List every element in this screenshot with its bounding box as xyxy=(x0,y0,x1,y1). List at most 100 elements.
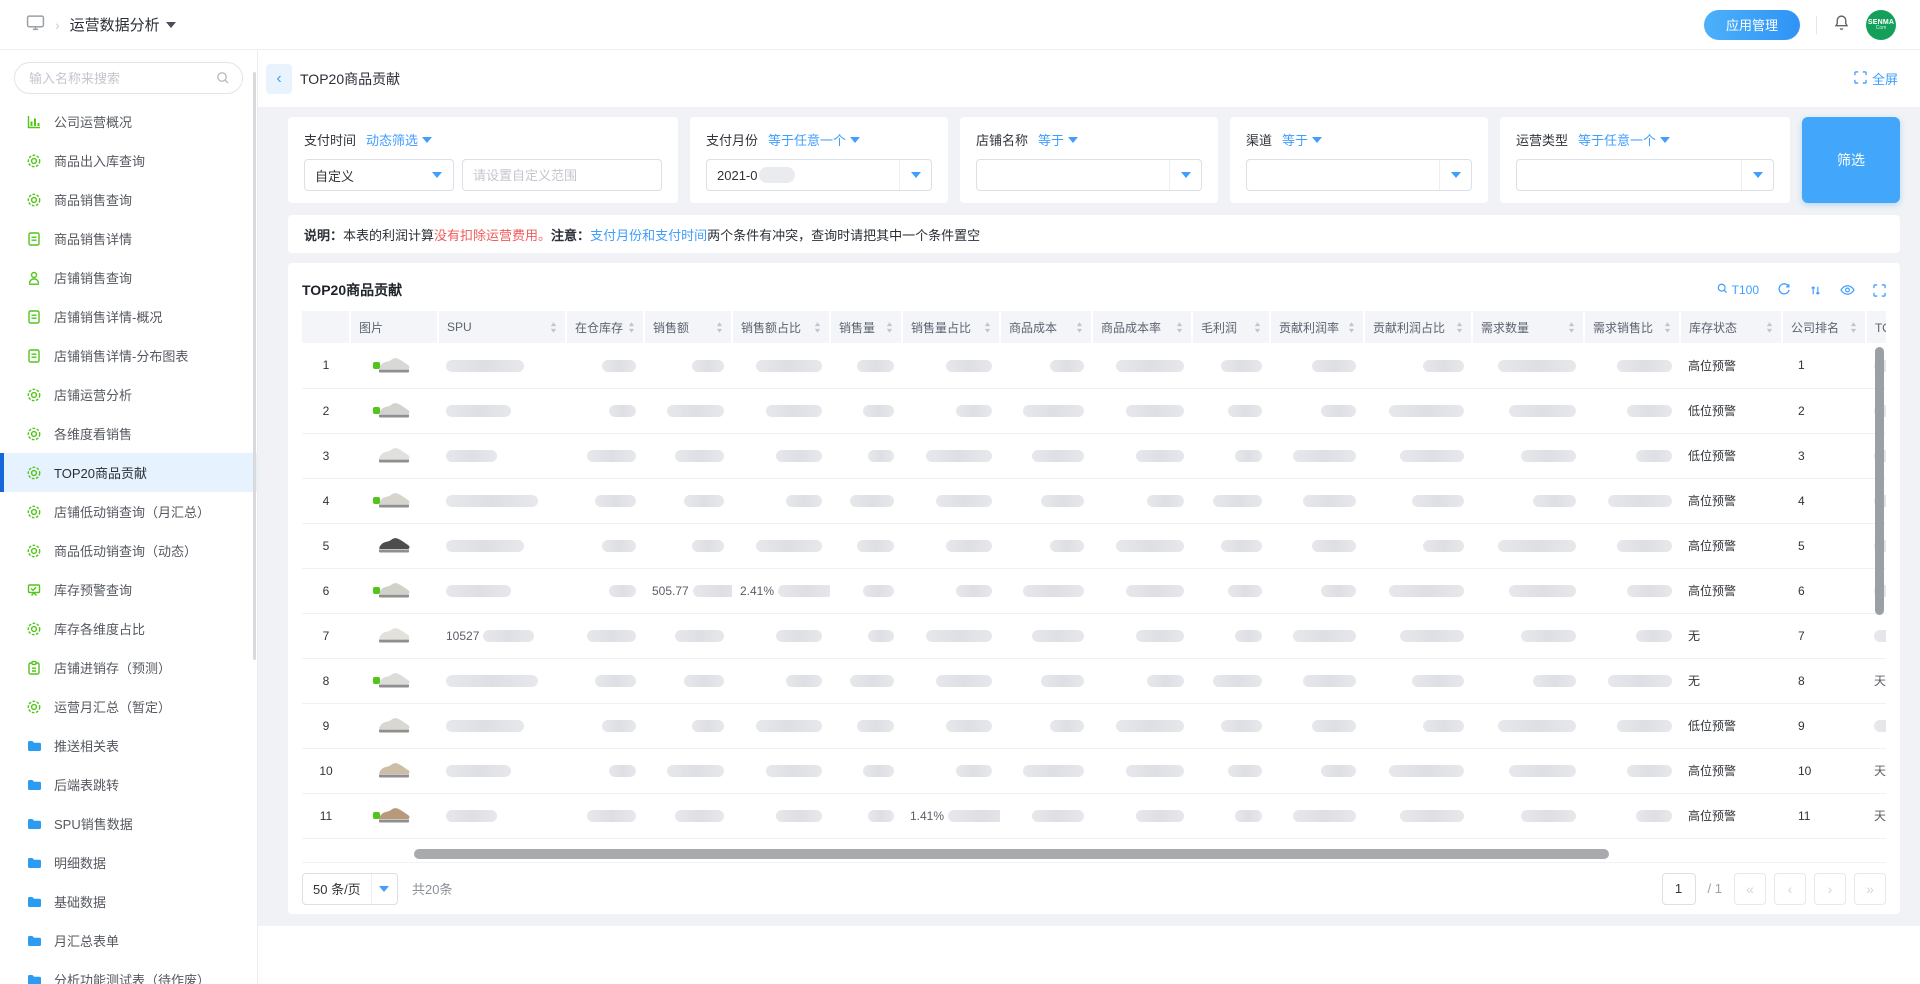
redacted-cell-value xyxy=(946,720,992,732)
sidebar-item-18[interactable]: 后端表跳转 xyxy=(0,765,257,804)
page-size-select[interactable]: 50 条/页 xyxy=(302,873,398,905)
sidebar-item-9[interactable]: 各维度看销售 xyxy=(0,414,257,453)
column-header-公司排名[interactable]: 公司排名 xyxy=(1782,311,1866,343)
filter-operator[interactable]: 等于 xyxy=(1038,130,1078,149)
next-page-button[interactable]: › xyxy=(1814,873,1846,905)
cell-库存状态: 高位预警 xyxy=(1680,568,1782,613)
bell-icon[interactable] xyxy=(1833,14,1850,36)
sidebar-item-23[interactable]: 分析功能测试表（待作废） xyxy=(0,960,257,984)
first-page-button[interactable]: « xyxy=(1734,873,1766,905)
table-row[interactable]: 1高位预警1 xyxy=(302,343,1886,388)
filter-value-select[interactable] xyxy=(976,159,1202,191)
sidebar-item-16[interactable]: 运营月汇总（暂定） xyxy=(0,687,257,726)
column-header-需求数量[interactable]: 需求数量 xyxy=(1472,311,1584,343)
filter-operator[interactable]: 等于 xyxy=(1282,130,1322,149)
sidebar-item-label: 月汇总表单 xyxy=(54,931,119,950)
redacted-cell-value xyxy=(675,810,724,822)
table-row[interactable]: 9低位预警9 xyxy=(302,703,1886,748)
horizontal-scrollbar[interactable] xyxy=(414,849,1609,859)
sidebar-item-20[interactable]: 明细数据 xyxy=(0,843,257,882)
filter-value-select[interactable]: 2021-0 xyxy=(706,159,932,191)
app-manage-button[interactable]: 应用管理 xyxy=(1704,10,1800,40)
monitor-icon[interactable] xyxy=(26,14,45,36)
cell-销售量占比 xyxy=(902,523,1000,568)
sidebar-item-22[interactable]: 月汇总表单 xyxy=(0,921,257,960)
sidebar-search-input[interactable] xyxy=(14,62,243,94)
search-icon[interactable] xyxy=(215,70,231,91)
column-header-商品成本[interactable]: 商品成本 xyxy=(1000,311,1092,343)
sidebar-item-2[interactable]: 商品出入库查询 xyxy=(0,141,257,180)
table-row[interactable]: 5高位预警5 xyxy=(302,523,1886,568)
column-header-销售量[interactable]: 销售量 xyxy=(830,311,902,343)
column-header-贡献利润占比[interactable]: 贡献利润占比 xyxy=(1364,311,1472,343)
sidebar-item-3[interactable]: 商品销售查询 xyxy=(0,180,257,219)
vertical-scrollbar[interactable] xyxy=(1875,347,1884,615)
sidebar-item-6[interactable]: 店铺销售详情-概况 xyxy=(0,297,257,336)
sidebar-item-15[interactable]: 店铺进销存（预测） xyxy=(0,648,257,687)
prev-page-button[interactable]: ‹ xyxy=(1774,873,1806,905)
table-row[interactable]: 6505.772.41%高位预警6 xyxy=(302,568,1886,613)
visibility-icon[interactable] xyxy=(1840,284,1855,296)
filter-operator[interactable]: 等于任意一个 xyxy=(1578,130,1670,149)
custom-range-input[interactable] xyxy=(462,159,662,191)
filter-value-select[interactable] xyxy=(1246,159,1472,191)
sidebar-scrollbar[interactable] xyxy=(253,72,256,660)
table-fullscreen-icon[interactable] xyxy=(1873,284,1886,297)
sidebar-item-17[interactable]: 推送相关表 xyxy=(0,726,257,765)
sidebar-item-10[interactable]: TOP20商品贡献 xyxy=(0,453,257,492)
fullscreen-button[interactable]: 全屏 xyxy=(1854,69,1898,88)
table-search-t100-button[interactable]: T100 xyxy=(1716,282,1759,298)
column-header-index xyxy=(302,311,350,343)
sidebar-item-13[interactable]: 库存预警查询 xyxy=(0,570,257,609)
filter-operator[interactable]: 等于任意一个 xyxy=(768,130,860,149)
sidebar-item-19[interactable]: SPU销售数据 xyxy=(0,804,257,843)
column-header-毛利润[interactable]: 毛利润 xyxy=(1192,311,1270,343)
column-header-销售量占比[interactable]: 销售量占比 xyxy=(902,311,1000,343)
table-row[interactable]: 2低位预警2 xyxy=(302,388,1886,433)
table-row[interactable]: 8无8天 xyxy=(302,658,1886,703)
sidebar-item-4[interactable]: 商品销售详情 xyxy=(0,219,257,258)
redacted-value xyxy=(759,167,795,183)
column-header-销售额[interactable]: 销售额 xyxy=(644,311,732,343)
filter-operator[interactable]: 动态筛选 xyxy=(366,130,432,149)
page-number-input[interactable] xyxy=(1662,873,1696,905)
redacted-cell-value xyxy=(1213,675,1262,687)
sidebar-item-5[interactable]: 店铺销售查询 xyxy=(0,258,257,297)
filter-submit-button[interactable]: 筛选 xyxy=(1802,117,1900,203)
cell-销售额 xyxy=(644,478,732,523)
cell-SPU xyxy=(438,703,566,748)
column-header-商品成本率[interactable]: 商品成本率 xyxy=(1092,311,1192,343)
redacted-cell-value xyxy=(1617,540,1672,552)
column-header-贡献利润率[interactable]: 贡献利润率 xyxy=(1270,311,1364,343)
column-header-需求销售比[interactable]: 需求销售比 xyxy=(1584,311,1680,343)
filter-value-select[interactable] xyxy=(1516,159,1774,191)
cell-销售额占比 xyxy=(732,748,830,793)
row-index: 1 xyxy=(302,343,350,388)
table-row[interactable]: 3低位预警3 xyxy=(302,433,1886,478)
sidebar-item-21[interactable]: 基础数据 xyxy=(0,882,257,921)
target-icon xyxy=(25,425,42,442)
sort-icon[interactable] xyxy=(1809,284,1822,297)
filter-mode-select[interactable]: 自定义 xyxy=(304,159,454,191)
target-icon xyxy=(25,152,42,169)
sidebar-item-1[interactable]: 公司运营概况 xyxy=(0,102,257,141)
column-header-SPU[interactable]: SPU xyxy=(438,311,566,343)
sidebar-item-12[interactable]: 商品低动销查询（动态） xyxy=(0,531,257,570)
table-row[interactable]: 10高位预警10天 xyxy=(302,748,1886,793)
sidebar-item-8[interactable]: 店铺运营分析 xyxy=(0,375,257,414)
sidebar-item-14[interactable]: 库存各维度占比 xyxy=(0,609,257,648)
table-row[interactable]: 111.41%高位预警11天猫 xyxy=(302,793,1886,838)
table-row[interactable]: 4高位预警4 xyxy=(302,478,1886,523)
column-header-销售额占比[interactable]: 销售额占比 xyxy=(732,311,830,343)
breadcrumb[interactable]: 运营数据分析 xyxy=(70,14,176,35)
last-page-button[interactable]: » xyxy=(1854,873,1886,905)
sidebar-item-11[interactable]: 店铺低动销查询（月汇总） xyxy=(0,492,257,531)
back-button[interactable]: ‹ xyxy=(266,64,292,94)
cell-销售量占比 xyxy=(902,613,1000,658)
sidebar-item-7[interactable]: 店铺销售详情-分布图表 xyxy=(0,336,257,375)
table-row[interactable]: 710527无7 xyxy=(302,613,1886,658)
refresh-icon[interactable] xyxy=(1777,283,1791,297)
column-header-在仓库存[interactable]: 在仓库存 xyxy=(566,311,644,343)
column-header-库存状态[interactable]: 库存状态 xyxy=(1680,311,1782,343)
avatar[interactable]: SENMACom xyxy=(1866,10,1896,40)
